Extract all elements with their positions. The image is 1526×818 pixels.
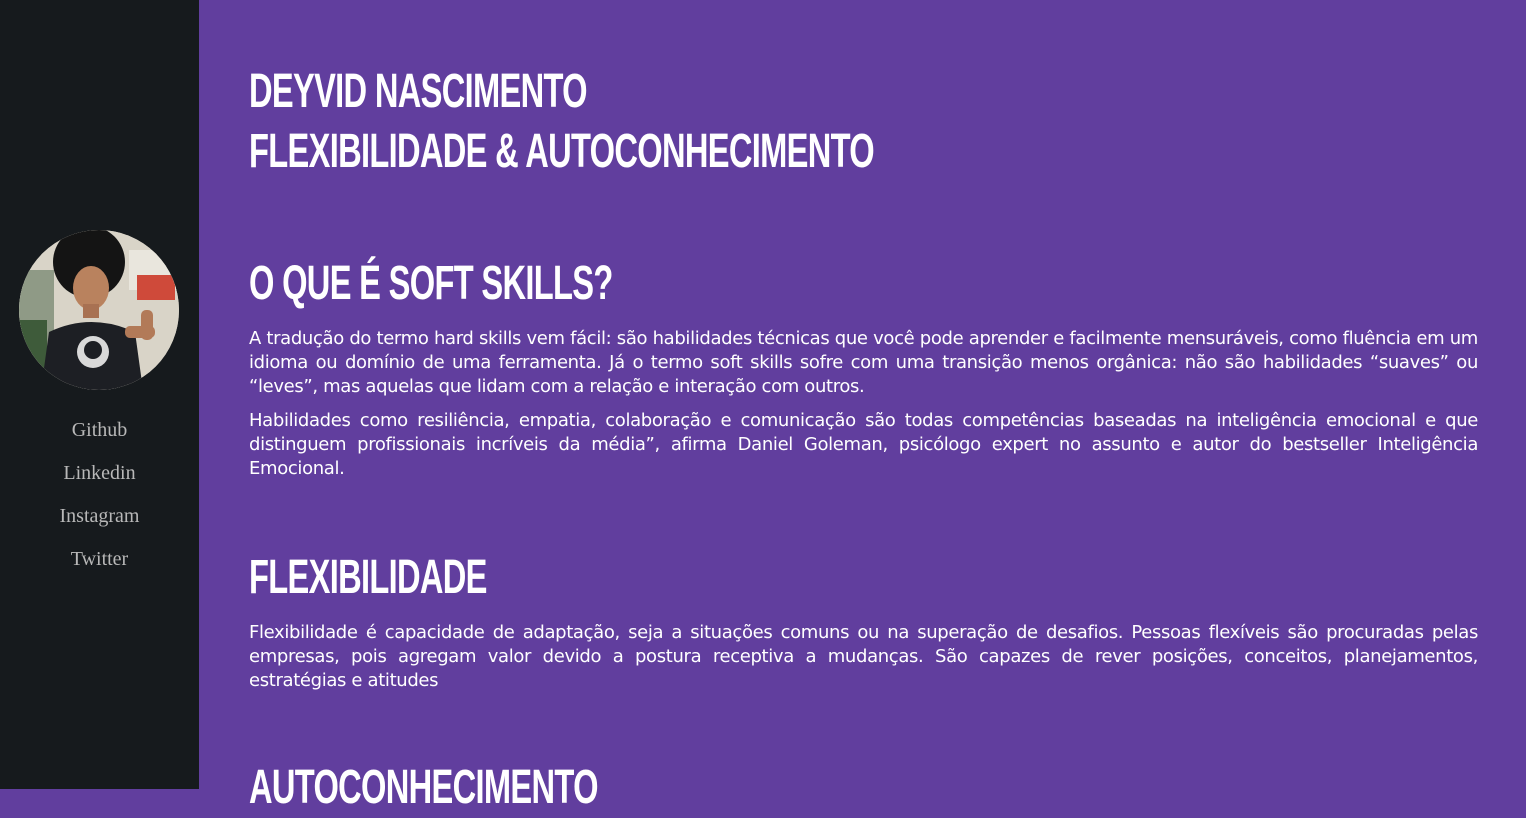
social-link-item: Linkedin [0,458,199,501]
section-heading-autoconhecimento: Autoconhecimento [249,761,598,814]
page-title: Deyvid Nascimento Flexibilidade & Autoco… [249,62,1168,182]
paragraph-flexibilidade: Flexibilidade é capacidade de adaptação,… [249,622,1478,691]
social-links: Github Linkedin Instagram Twitter [0,415,199,587]
avatar [19,230,179,390]
social-link-item: Twitter [0,544,199,587]
main-content: Deyvid Nascimento Flexibilidade & Autoco… [249,0,1478,814]
page-subtitle: Flexibilidade & Autoconhecimento [249,125,875,178]
github-link[interactable]: Github [72,419,128,441]
avatar-photo [19,230,179,390]
instagram-link[interactable]: Instagram [60,505,140,527]
section-heading-flexibilidade: Flexibilidade [249,551,487,604]
twitter-link[interactable]: Twitter [71,548,128,570]
linkedin-link[interactable]: Linkedin [63,462,135,484]
paragraph-soft-skills-2: Habilidades como resiliência, empatia, c… [249,410,1478,479]
sidebar: Github Linkedin Instagram Twitter [0,0,199,789]
section-heading-soft-skills: O que é Soft Skills? [249,257,613,310]
social-link-item: Github [0,415,199,458]
social-link-item: Instagram [0,501,199,544]
author-name: Deyvid Nascimento [249,65,588,118]
paragraph-soft-skills-1: A tradução do termo hard skills vem fáci… [249,328,1478,397]
title-name-line: Deyvid Nascimento [249,62,1168,122]
title-subtitle-line: Flexibilidade & Autoconhecimento [249,122,1168,182]
